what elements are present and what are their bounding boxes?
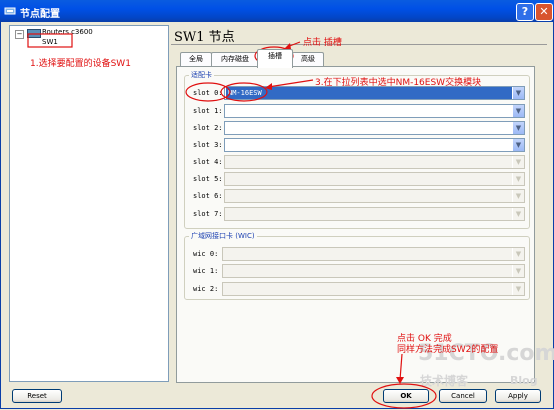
page-header: SW1 节点	[171, 25, 547, 45]
slot-label: slot 0:	[193, 89, 223, 97]
wic-0-select: ▼	[222, 247, 525, 261]
wic-group-title: 广域网接口卡 (WIC)	[189, 231, 257, 241]
slot-label: slot 2:	[193, 124, 223, 132]
annotation-click-slot: 点击 插槽	[303, 38, 342, 48]
apply-button[interactable]: Apply	[495, 389, 541, 403]
slot-label: slot 5:	[193, 175, 223, 183]
chevron-down-icon[interactable]: ▼	[512, 122, 524, 134]
title-bar: 节点配置 ? ✕	[0, 0, 554, 22]
slot-label: slot 6:	[193, 192, 223, 200]
tab-slots[interactable]: 插槽	[257, 49, 293, 68]
slot-3-select[interactable]: ▼	[224, 138, 525, 152]
slot-6-select: ▼	[224, 189, 525, 203]
slot-0-value: NM-16ESW	[226, 87, 518, 99]
chevron-down-icon: ▼	[512, 283, 524, 295]
page-title: SW1 节点	[174, 30, 235, 45]
slot-4-value	[226, 156, 230, 168]
slot-4-select: ▼	[224, 155, 525, 169]
tree-item-sw1[interactable]: SW1	[42, 38, 58, 46]
chevron-down-icon: ▼	[512, 173, 524, 185]
annotation-step1: 1.选择要配置的设备SW1	[30, 59, 131, 69]
watermark-text: Blog	[510, 374, 538, 387]
help-button[interactable]: ?	[516, 3, 534, 21]
chevron-down-icon[interactable]: ▼	[512, 139, 524, 151]
wic-2-select: ▼	[222, 282, 525, 296]
tab-global[interactable]: 全局	[180, 52, 212, 67]
watermark-text: 技术博客	[420, 374, 469, 388]
slot-label: slot 3:	[193, 141, 223, 149]
wic-0-value	[224, 248, 228, 260]
slot-2-value	[226, 122, 230, 134]
chevron-down-icon: ▼	[512, 190, 524, 202]
tree-root-label[interactable]: Routers c3600	[42, 28, 93, 36]
slot-3-value	[226, 139, 230, 151]
ok-button[interactable]: OK	[383, 389, 429, 403]
annotation-step3: 3.在下拉列表中选中NM-16ESW交换模块	[315, 78, 482, 88]
window-title: 节点配置	[20, 9, 60, 20]
wic-label: wic 2:	[193, 285, 219, 293]
header-divider	[171, 44, 547, 45]
slot-5-value	[226, 173, 230, 185]
chevron-down-icon: ▼	[512, 208, 524, 220]
slot-2-select[interactable]: ▼	[224, 121, 525, 135]
slot-7-select: ▼	[224, 207, 525, 221]
wic-label: wic 1:	[193, 267, 219, 275]
tab-advanced[interactable]: 高级	[292, 52, 324, 67]
tab-memory-disk[interactable]: 内存磁盘	[211, 52, 259, 67]
app-icon	[4, 7, 16, 15]
slot-5-select: ▼	[224, 172, 525, 186]
tree-expander-icon[interactable]: −	[15, 30, 24, 39]
wic-1-select: ▼	[222, 264, 525, 278]
slot-label: slot 1:	[193, 107, 223, 115]
chevron-down-icon: ▼	[512, 265, 524, 277]
wic-2-value	[224, 283, 228, 295]
annotation-finish-2: 同样方法完成SW2的配置	[397, 345, 499, 355]
device-tree[interactable]: − Routers c3600 SW1	[9, 25, 169, 382]
slot-0-select[interactable]: NM-16ESW ▼	[224, 86, 525, 100]
adapters-group-title: 适配卡	[189, 70, 214, 80]
close-button[interactable]: ✕	[535, 3, 553, 21]
chevron-down-icon[interactable]: ▼	[512, 105, 524, 117]
slot-label: slot 7:	[193, 210, 223, 218]
router-icon	[27, 29, 41, 38]
slot-label: slot 4:	[193, 158, 223, 166]
slot-7-value	[226, 208, 230, 220]
slot-1-value	[226, 105, 230, 117]
cancel-button[interactable]: Cancel	[439, 389, 487, 403]
wic-label: wic 0:	[193, 250, 219, 258]
reset-button[interactable]: Reset	[12, 389, 62, 403]
chevron-down-icon: ▼	[512, 156, 524, 168]
chevron-down-icon[interactable]: ▼	[512, 87, 524, 99]
wic-1-value	[224, 265, 228, 277]
slot-1-select[interactable]: ▼	[224, 104, 525, 118]
chevron-down-icon: ▼	[512, 248, 524, 260]
slot-6-value	[226, 190, 230, 202]
